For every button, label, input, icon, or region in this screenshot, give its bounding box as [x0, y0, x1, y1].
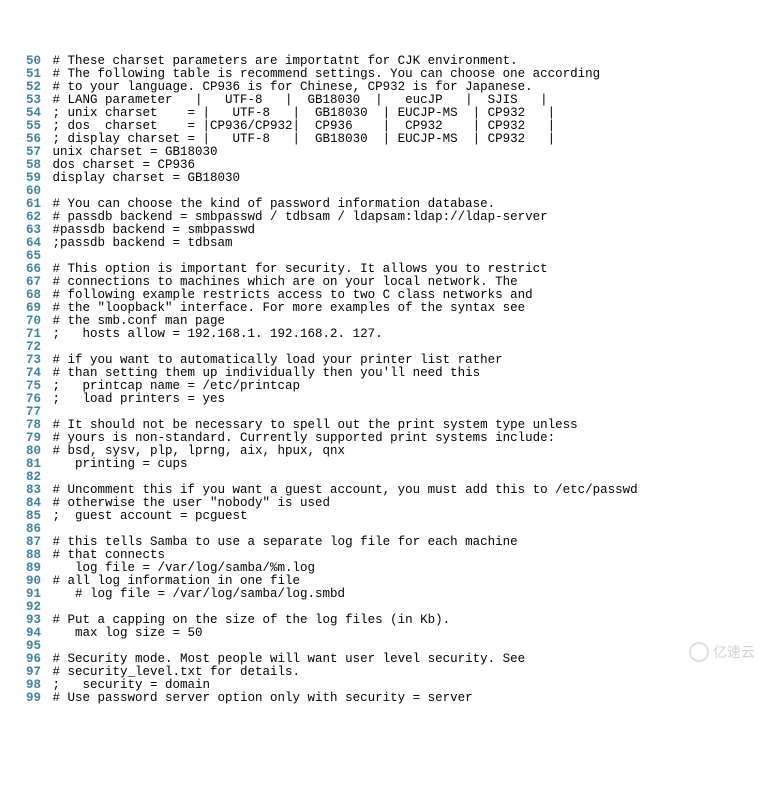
code-line: 91 # log file = /var/log/samba/log.smbd: [0, 588, 767, 601]
code-line: 85 ; guest account = pcguest: [0, 510, 767, 523]
line-text: printing = cups: [53, 457, 188, 471]
line-text: # passdb backend = smbpasswd / tdbsam / …: [53, 210, 548, 224]
line-text: # LANG parameter | UTF-8 | GB18030 | euc…: [53, 93, 548, 107]
code-line: 64 ;passdb backend = tdbsam: [0, 237, 767, 250]
code-line: 94 max log size = 50: [0, 627, 767, 640]
watermark: 亿速云: [689, 642, 755, 662]
line-text: ; printcap name = /etc/printcap: [53, 379, 301, 393]
line-text: # the "loopback" interface. For more exa…: [53, 301, 526, 315]
code-line: 81 printing = cups: [0, 458, 767, 471]
line-text: # The following table is recommend setti…: [53, 67, 601, 81]
line-text: log file = /var/log/samba/%m.log: [53, 561, 316, 575]
line-text: # You can choose the kind of password in…: [53, 197, 496, 211]
line-text: ; dos charset = |CP936/CP932| CP936 | CP…: [53, 119, 556, 133]
line-text: ; hosts allow = 192.168.1. 192.168.2. 12…: [53, 327, 383, 341]
line-text: # all log information in one file: [53, 574, 301, 588]
line-text: # the smb.conf man page: [53, 314, 226, 328]
line-text: ; load printers = yes: [53, 392, 226, 406]
line-text: unix charset = GB18030: [53, 145, 218, 159]
line-text: # These charset parameters are importatn…: [53, 54, 518, 68]
line-text: # yours is non-standard. Currently suppo…: [53, 431, 556, 445]
line-text: # if you want to automatically load your…: [53, 353, 503, 367]
line-text: ;passdb backend = tdbsam: [53, 236, 233, 250]
code-line: 59 display charset = GB18030: [0, 172, 767, 185]
line-text: # following example restricts access to …: [53, 288, 533, 302]
code-block: 50 # These charset parameters are import…: [0, 52, 767, 708]
line-text: # log file = /var/log/samba/log.smbd: [53, 587, 346, 601]
line-text: # Put a capping on the size of the log f…: [53, 613, 451, 627]
line-text: ; display charset = | UTF-8 | GB18030 | …: [53, 132, 556, 146]
line-text: # It should not be necessary to spell ou…: [53, 418, 578, 432]
line-text: # to your language. CP936 is for Chinese…: [53, 80, 533, 94]
line-text: ; security = domain: [53, 678, 211, 692]
code-line: 76 ; load printers = yes: [0, 393, 767, 406]
line-text: # security_level.txt for details.: [53, 665, 301, 679]
line-text: ; guest account = pcguest: [53, 509, 248, 523]
line-text: # otherwise the user "nobody" is used: [53, 496, 331, 510]
line-text: # this tells Samba to use a separate log…: [53, 535, 518, 549]
code-line: 99 # Use password server option only wit…: [0, 692, 767, 705]
line-text: # than setting them up individually then…: [53, 366, 481, 380]
line-text: ; unix charset = | UTF-8 | GB18030 | EUC…: [53, 106, 556, 120]
line-text: # Use password server option only with s…: [53, 691, 473, 705]
line-number: 97: [0, 666, 45, 679]
watermark-icon: [689, 642, 709, 662]
code-line: 71 ; hosts allow = 192.168.1. 192.168.2.…: [0, 328, 767, 341]
line-text: # connections to machines which are on y…: [53, 275, 518, 289]
line-text: # bsd, sysv, plp, lprng, aix, hpux, qnx: [53, 444, 346, 458]
line-text: # Security mode. Most people will want u…: [53, 652, 526, 666]
line-text: max log size = 50: [53, 626, 203, 640]
line-text: # This option is important for security.…: [53, 262, 548, 276]
line-number: 98: [0, 679, 45, 692]
line-text: #passdb backend = smbpasswd: [53, 223, 256, 237]
line-text: display charset = GB18030: [53, 171, 241, 185]
line-number: 99: [0, 692, 45, 705]
line-text: dos charset = CP936: [53, 158, 196, 172]
line-text: # that connects: [53, 548, 166, 562]
watermark-text: 亿速云: [713, 646, 755, 659]
line-text: # Uncomment this if you want a guest acc…: [53, 483, 638, 497]
